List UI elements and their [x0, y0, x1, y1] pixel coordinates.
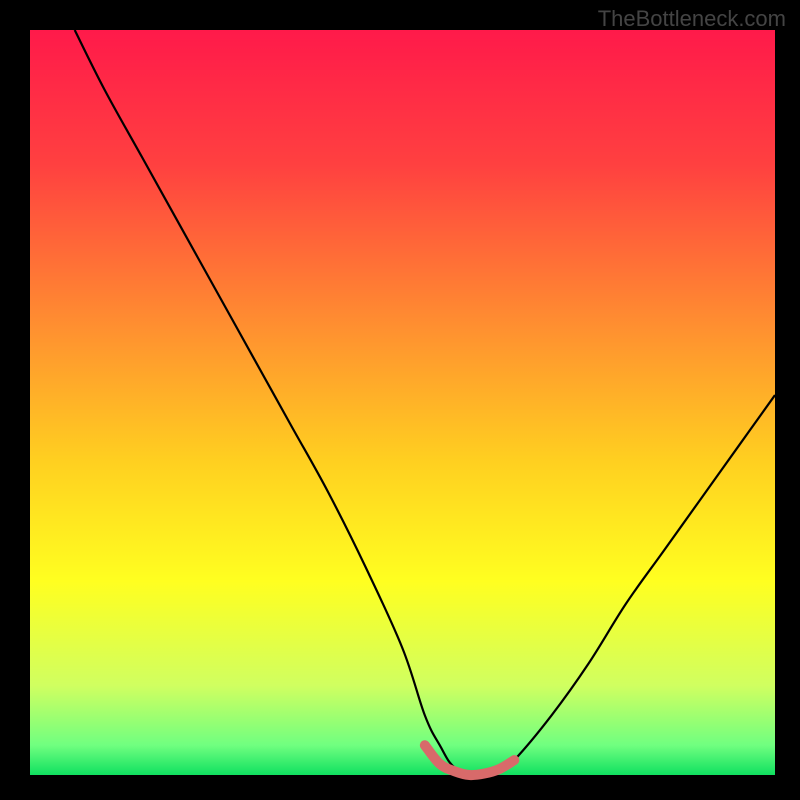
watermark-text: TheBottleneck.com	[598, 6, 786, 32]
chart-svg	[0, 0, 800, 800]
plot-background	[30, 30, 775, 775]
chart-container: TheBottleneck.com	[0, 0, 800, 800]
